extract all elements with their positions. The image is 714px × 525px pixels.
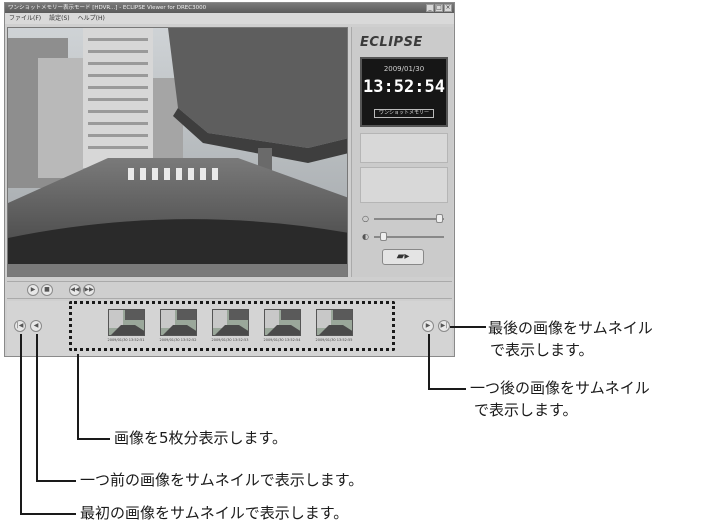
- annotation-prev: 一つ前の画像をサムネイルで表示します。: [80, 471, 364, 489]
- callout-line-first-v: [20, 334, 22, 514]
- step-back-button[interactable]: ◀◀: [69, 284, 81, 296]
- video-frame: [7, 27, 348, 277]
- eclipse-logo: ECLIPSE: [360, 35, 423, 50]
- callout-line-last: [450, 326, 486, 328]
- one-shot-memory-button[interactable]: ワンショットメモリー: [374, 109, 434, 118]
- brightness-icon: ◐: [362, 232, 369, 241]
- volume-icon: ○: [362, 214, 369, 223]
- volume-slider[interactable]: ○: [362, 213, 446, 225]
- annotation-last-line1: 最後の画像をサムネイル: [488, 319, 653, 337]
- annotation-next-line2: で表示します。: [474, 401, 578, 419]
- title-bar: ワンショットメモリー表示モード [HDVR...] - ECLIPSE View…: [5, 3, 454, 13]
- close-button[interactable]: ×: [444, 4, 452, 12]
- annotation-first: 最初の画像をサムネイルで表示します。: [80, 504, 349, 522]
- next-thumbnail-button[interactable]: ▶: [422, 320, 434, 332]
- callout-line-next-h: [428, 388, 466, 390]
- camera-button[interactable]: ▰▸: [382, 249, 424, 265]
- menu-help[interactable]: ヘルプ(H): [78, 13, 105, 24]
- callout-line-prev-h: [36, 480, 76, 482]
- volume-track: [374, 218, 444, 220]
- clock-display: 2009/01/30 13:52:54 ワンショットメモリー: [360, 57, 448, 127]
- street-scene-image: [8, 28, 347, 276]
- camera-icon: ▰▸: [396, 251, 410, 262]
- play-button[interactable]: ▶: [27, 284, 39, 296]
- window-title: ワンショットメモリー表示モード [HDVR...] - ECLIPSE View…: [8, 5, 207, 11]
- volume-knob[interactable]: [436, 214, 443, 223]
- window-controls: _ □ ×: [426, 4, 452, 12]
- callout-line-prev-v: [36, 334, 38, 481]
- annotation-next-line1: 一つ後の画像をサムネイル: [470, 379, 650, 397]
- brightness-slider[interactable]: ◐: [362, 231, 446, 243]
- thumbnail-highlight: [69, 301, 395, 351]
- callout-line-five-h: [77, 438, 110, 440]
- playback-controls: ▶ ■ ◀◀ ▶▶: [7, 281, 452, 299]
- last-thumbnail-button[interactable]: ▶|: [438, 320, 450, 332]
- callout-line-five-v: [77, 354, 79, 439]
- annotation-last-line2: で表示します。: [490, 341, 594, 359]
- menu-file[interactable]: ファイル(F): [9, 13, 41, 24]
- clock-time: 13:52:54: [363, 77, 445, 97]
- step-forward-button[interactable]: ▶▶: [83, 284, 95, 296]
- maximize-button[interactable]: □: [435, 4, 443, 12]
- menu-bar: ファイル(F) 設定(S) ヘルプ(H): [5, 13, 454, 24]
- right-panel: ECLIPSE 2009/01/30 13:52:54 ワンショットメモリー ○…: [351, 27, 453, 277]
- callout-line-next-v: [428, 334, 430, 389]
- info-box-1: [360, 133, 448, 163]
- minimize-button[interactable]: _: [426, 4, 434, 12]
- stop-button[interactable]: ■: [41, 284, 53, 296]
- callout-line-first-h: [20, 513, 76, 515]
- clock-date: 2009/01/30: [383, 65, 425, 73]
- first-thumbnail-button[interactable]: |◀: [14, 320, 26, 332]
- menu-settings[interactable]: 設定(S): [49, 13, 70, 24]
- annotation-five: 画像を5枚分表示します。: [114, 429, 288, 447]
- info-box-2: [360, 167, 448, 203]
- prev-thumbnail-button[interactable]: ◀: [30, 320, 42, 332]
- brightness-knob[interactable]: [380, 232, 387, 241]
